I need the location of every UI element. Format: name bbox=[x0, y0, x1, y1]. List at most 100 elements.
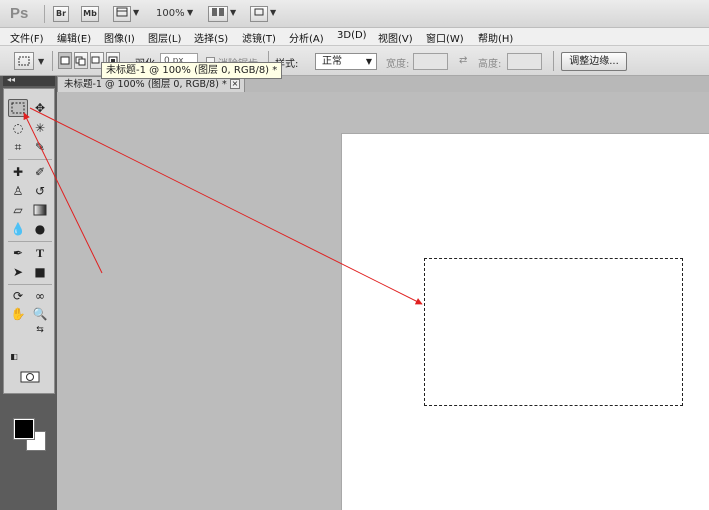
menu-layer[interactable]: 图层(L) bbox=[148, 30, 181, 45]
menu-analysis[interactable]: 分析(A) bbox=[289, 30, 324, 45]
eraser-tool[interactable]: ▱ bbox=[8, 201, 28, 219]
foreground-color-swatch[interactable] bbox=[13, 418, 35, 440]
zoom-tool[interactable]: 🔍 bbox=[30, 305, 50, 323]
menu-filter[interactable]: 滤镜(T) bbox=[242, 30, 276, 45]
lasso-icon: ◌ bbox=[12, 121, 24, 135]
history-brush-icon: ↺ bbox=[34, 184, 46, 198]
history-brush-tool[interactable]: ↺ bbox=[30, 182, 50, 200]
menu-select[interactable]: 选择(S) bbox=[194, 30, 228, 45]
separator bbox=[8, 284, 52, 285]
3d-orbit-icon: ∞ bbox=[35, 289, 45, 303]
move-tool[interactable]: ✥ bbox=[30, 99, 50, 117]
arrow-pointer-icon: ➤ bbox=[12, 265, 24, 279]
photoshop-logo: Ps bbox=[10, 5, 29, 22]
new-selection-icon bbox=[60, 56, 70, 65]
magic-wand-tool[interactable]: ✳ bbox=[30, 119, 50, 137]
tools-panel-header[interactable]: ◂◂ bbox=[3, 75, 55, 86]
menu-view[interactable]: 视图(V) bbox=[378, 30, 413, 45]
rectangular-marquee-tool[interactable] bbox=[8, 99, 28, 117]
chevron-down-icon: ▼ bbox=[365, 57, 372, 66]
close-icon[interactable]: × bbox=[230, 79, 240, 89]
type-tool[interactable]: T bbox=[30, 244, 50, 262]
marquee-preset-icon bbox=[18, 56, 30, 66]
separator bbox=[8, 159, 52, 160]
menu-help[interactable]: 帮助(H) bbox=[478, 30, 513, 45]
move-icon: ✥ bbox=[34, 101, 46, 115]
3d-rotate-icon: ⟳ bbox=[12, 289, 24, 303]
hand-icon: ✋ bbox=[10, 307, 26, 321]
collapse-panel-icon[interactable]: ◂◂ bbox=[7, 75, 15, 84]
magnifier-icon: 🔍 bbox=[32, 307, 48, 321]
arrange-documents-icon bbox=[212, 8, 224, 16]
chevron-down-icon[interactable]: ▼ bbox=[38, 57, 44, 66]
separator bbox=[52, 51, 53, 71]
view-extras-icon bbox=[116, 7, 128, 17]
eyedropper-tool[interactable]: ✎ bbox=[30, 138, 50, 156]
view-extras-button[interactable] bbox=[113, 6, 131, 22]
mini-bridge-button[interactable]: Mb bbox=[81, 6, 99, 22]
eyedropper-icon: ✎ bbox=[34, 140, 46, 154]
brush-tool[interactable]: ✐ bbox=[30, 163, 50, 181]
separator bbox=[44, 5, 45, 23]
chevron-down-icon[interactable]: ▼ bbox=[187, 8, 193, 17]
separator bbox=[553, 51, 554, 71]
menu-image[interactable]: 图像(I) bbox=[104, 30, 135, 45]
rectangle-icon: ■ bbox=[34, 265, 46, 279]
menu-bar: 文件(F) 编辑(E) 图像(I) 图层(L) 选择(S) 滤镜(T) 分析(A… bbox=[0, 28, 709, 46]
document-tooltip: 未标题-1 @ 100% (图层 0, RGB/8) * bbox=[101, 62, 283, 79]
height-input[interactable] bbox=[507, 53, 542, 70]
drop-icon: 💧 bbox=[10, 222, 26, 236]
gradient-icon bbox=[33, 204, 47, 216]
path-selection-tool[interactable]: ➤ bbox=[8, 263, 28, 281]
marquee-icon bbox=[11, 102, 25, 114]
chevron-down-icon[interactable]: ▼ bbox=[270, 8, 276, 17]
bandage-icon: ✚ bbox=[12, 165, 24, 179]
rectangular-selection[interactable] bbox=[424, 258, 683, 406]
menu-3d[interactable]: 3D(D) bbox=[337, 30, 367, 41]
add-selection-icon bbox=[75, 56, 86, 66]
chevron-down-icon[interactable]: ▼ bbox=[133, 8, 139, 17]
separator bbox=[8, 241, 52, 242]
height-label: 高度: bbox=[478, 59, 502, 70]
tool-preset-picker[interactable] bbox=[14, 52, 34, 70]
menu-file[interactable]: 文件(F) bbox=[10, 30, 44, 45]
magic-wand-icon: ✳ bbox=[34, 121, 46, 135]
dodge-icon: ● bbox=[34, 222, 46, 236]
tools-panel: ✥ ◌ ✳ ⌗ ✎ ✚ ✐ ♙ ↺ ▱ 💧 ● ✒ T ➤ ■ ⟳ ∞ ✋ 🔍 … bbox=[3, 88, 55, 451]
arrange-documents-button[interactable] bbox=[208, 6, 228, 22]
healing-brush-tool[interactable]: ✚ bbox=[8, 163, 28, 181]
hand-tool[interactable]: ✋ bbox=[8, 305, 28, 323]
clone-stamp-tool[interactable]: ♙ bbox=[8, 182, 28, 200]
blur-tool[interactable]: 💧 bbox=[8, 220, 28, 238]
swap-dimensions-icon[interactable]: ⇄ bbox=[459, 55, 467, 66]
chevron-down-icon[interactable]: ▼ bbox=[230, 8, 236, 17]
swap-colors-icon[interactable]: ⇆ bbox=[34, 325, 46, 335]
eraser-icon: ▱ bbox=[13, 203, 23, 217]
screen-mode-icon bbox=[254, 8, 264, 16]
document-tab-title: 未标题-1 @ 100% (图层 0, RGB/8) * bbox=[64, 79, 227, 90]
3d-orbit-tool[interactable]: ∞ bbox=[30, 287, 50, 305]
style-select[interactable]: 正常 ▼ bbox=[315, 53, 377, 70]
default-colors-icon[interactable]: ◧ bbox=[8, 351, 20, 361]
quick-mask-icon bbox=[20, 371, 40, 383]
crop-icon: ⌗ bbox=[14, 139, 22, 154]
width-input[interactable] bbox=[413, 53, 448, 70]
pen-tool[interactable]: ✒ bbox=[8, 244, 28, 262]
quick-mask-button[interactable] bbox=[19, 370, 41, 384]
3d-rotate-tool[interactable]: ⟳ bbox=[8, 287, 28, 305]
screen-mode-button[interactable] bbox=[250, 6, 268, 22]
style-select-value: 正常 bbox=[322, 56, 342, 67]
menu-window[interactable]: 窗口(W) bbox=[426, 30, 464, 45]
gradient-tool[interactable] bbox=[30, 201, 50, 219]
new-selection-mode[interactable] bbox=[58, 52, 72, 69]
dodge-tool[interactable]: ● bbox=[30, 220, 50, 238]
menu-edit[interactable]: 编辑(E) bbox=[57, 30, 91, 45]
refine-edge-button[interactable]: 调整边缘... bbox=[561, 52, 627, 71]
rectangle-tool[interactable]: ■ bbox=[30, 263, 50, 281]
zoom-level[interactable]: 100% bbox=[156, 8, 185, 19]
add-selection-mode[interactable] bbox=[74, 52, 88, 69]
bridge-button[interactable]: Br bbox=[53, 6, 69, 22]
width-label: 宽度: bbox=[386, 59, 410, 70]
lasso-tool[interactable]: ◌ bbox=[8, 119, 28, 137]
crop-tool[interactable]: ⌗ bbox=[8, 138, 28, 156]
